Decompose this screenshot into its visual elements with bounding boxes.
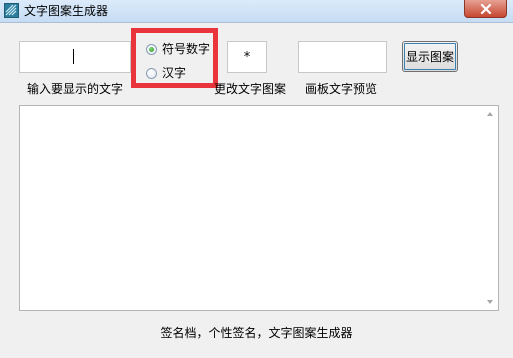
text-caret bbox=[73, 49, 74, 64]
preview-input[interactable] bbox=[298, 41, 387, 73]
footer-text: 签名档，个性签名，文字图案生成器 bbox=[160, 326, 353, 340]
window-title: 文字图案生成器 bbox=[24, 4, 109, 18]
scroll-down-icon[interactable] bbox=[482, 294, 498, 310]
close-icon bbox=[480, 4, 492, 14]
scroll-up-icon[interactable] bbox=[482, 106, 498, 122]
mode-radio-group: 符号数字 汉字 bbox=[131, 28, 218, 88]
title-bar: 文字图案生成器 bbox=[0, 0, 513, 23]
app-window: 文字图案生成器 符号数字 汉字 显示图案 输入要显示的文字 更改文字图案 画板文… bbox=[0, 0, 513, 358]
close-button[interactable] bbox=[464, 0, 507, 18]
text-input[interactable] bbox=[19, 41, 131, 73]
output-textarea[interactable] bbox=[19, 105, 499, 311]
radio-button-checked[interactable] bbox=[146, 43, 157, 55]
radio-symbol-digit[interactable]: 符号数字 bbox=[146, 40, 210, 58]
radio-button[interactable] bbox=[146, 67, 157, 79]
symbol-input[interactable] bbox=[227, 41, 267, 73]
radio-label: 符号数字 bbox=[162, 42, 211, 56]
radio-chinese-char[interactable]: 汉字 bbox=[146, 64, 186, 82]
app-icon bbox=[4, 3, 19, 18]
change-caption: 更改文字图案 bbox=[214, 82, 287, 96]
vertical-scrollbar[interactable] bbox=[482, 106, 498, 310]
preview-caption: 画板文字预览 bbox=[305, 82, 378, 96]
input-caption: 输入要显示的文字 bbox=[27, 82, 124, 96]
show-pattern-button[interactable]: 显示图案 bbox=[402, 41, 458, 72]
radio-label: 汉字 bbox=[162, 66, 187, 80]
